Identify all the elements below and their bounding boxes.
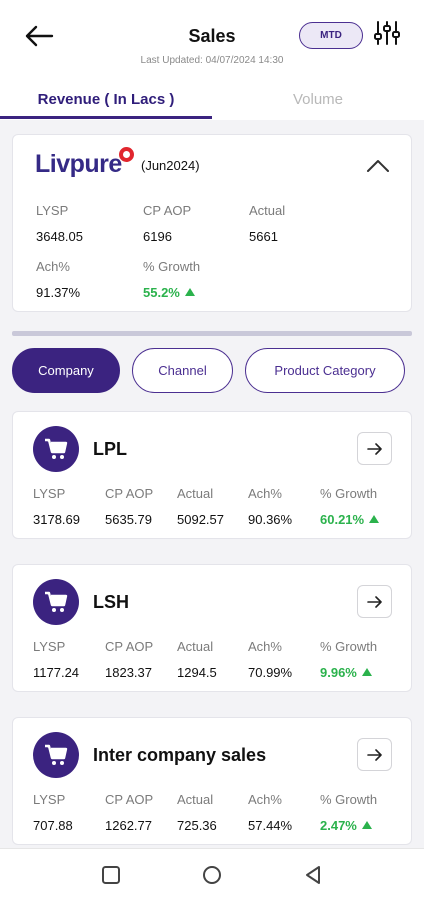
arrow-right-icon (366, 595, 382, 608)
trend-up-icon (361, 668, 372, 676)
entity-card-lsh[interactable]: LSH LYSP 1177.24 CP AOP 1823.37 Actual 1… (12, 564, 412, 692)
back-nav-button[interactable] (301, 863, 325, 887)
metric-value-lysp: 3648.05 (36, 229, 83, 244)
growth-value-text: 2.47% (320, 818, 357, 833)
label-lysp: LYSP (33, 792, 66, 807)
trend-up-icon (369, 515, 380, 523)
value-cp-aop: 1823.37 (105, 665, 152, 680)
entity-name: Inter company sales (93, 745, 267, 765)
value-lysp: 3178.69 (33, 512, 80, 527)
metric-label-growth: % Growth (143, 259, 201, 274)
entity-card-lpl[interactable]: LPL LYSP 3178.69 CP AOP 5635.79 Actual 5… (12, 411, 412, 539)
chip-company[interactable]: Company (12, 348, 120, 393)
period-label: (Jun2024) (141, 158, 200, 173)
cart-icon (45, 438, 68, 459)
trend-up-icon (184, 288, 195, 296)
label-lysp: LYSP (33, 486, 66, 501)
value-cp-aop: 1262.77 (105, 818, 152, 833)
metric-value-growth: 55.2% (143, 285, 195, 300)
open-detail-button[interactable] (357, 738, 392, 771)
brand-summary-card: Livpure (Jun2024) LYSP 3648.05 CP AOP 61… (12, 134, 412, 312)
value-actual: 1294.5 (177, 665, 217, 680)
metric-label-actual: Actual (249, 203, 286, 218)
label-cp-aop: CP AOP (105, 792, 154, 807)
period-toggle-button[interactable]: MTD (299, 22, 363, 49)
value-actual: 5092.57 (177, 512, 224, 527)
circle-icon (203, 866, 221, 884)
label-cp-aop: CP AOP (105, 639, 154, 654)
entity-card-inter-company[interactable]: Inter company sales LYSP 707.88 CP AOP 1… (12, 717, 412, 845)
label-cp-aop: CP AOP (105, 486, 154, 501)
label-lysp: LYSP (33, 639, 66, 654)
filter-button[interactable] (372, 18, 402, 48)
value-ach: 90.36% (248, 512, 293, 527)
triangle-back-icon (306, 866, 320, 884)
open-detail-button[interactable] (357, 432, 392, 465)
growth-value-text: 9.96% (320, 665, 357, 680)
growth-value-text: 55.2% (143, 285, 180, 300)
value-lysp: 707.88 (33, 818, 73, 833)
label-ach: Ach% (248, 486, 282, 501)
app-header: Sales Last Updated: 04/07/2024 14:30 MTD… (0, 0, 424, 120)
value-actual: 725.36 (177, 818, 217, 833)
chip-channel[interactable]: Channel (132, 348, 233, 393)
square-icon (102, 866, 120, 884)
value-ach: 70.99% (248, 665, 293, 680)
value-growth: 2.47% (320, 818, 372, 833)
livpure-logo: Livpure (35, 150, 122, 178)
arrow-right-icon (366, 748, 382, 761)
metric-value-actual: 5661 (249, 229, 278, 244)
logo-mark-icon (119, 147, 134, 162)
label-actual: Actual (177, 639, 214, 654)
entity-name: LPL (93, 439, 127, 459)
last-updated-text: Last Updated: 04/07/2024 14:30 (140, 55, 284, 66)
section-divider (12, 331, 412, 336)
label-actual: Actual (177, 792, 214, 807)
metric-label-cp-aop: CP AOP (143, 203, 192, 218)
home-button[interactable] (200, 863, 224, 887)
cart-icon (45, 744, 68, 765)
metric-tabs: Revenue ( In Lacs ) Volume (0, 78, 424, 120)
collapse-button[interactable] (363, 153, 393, 179)
active-tab-indicator (0, 116, 212, 119)
trend-up-icon (361, 821, 372, 829)
tab-volume[interactable]: Volume (212, 78, 424, 120)
metric-label-ach: Ach% (36, 259, 70, 274)
label-actual: Actual (177, 486, 214, 501)
metric-label-lysp: LYSP (36, 203, 69, 218)
cart-icon (45, 591, 68, 612)
chip-product-category[interactable]: Product Category (245, 348, 405, 393)
open-detail-button[interactable] (357, 585, 392, 618)
entity-name: LSH (93, 592, 129, 612)
value-growth: 60.21% (320, 512, 380, 527)
value-ach: 57.44% (248, 818, 293, 833)
label-growth: % Growth (320, 639, 378, 654)
cart-avatar (33, 732, 79, 778)
value-growth: 9.96% (320, 665, 372, 680)
label-growth: % Growth (320, 486, 378, 501)
system-nav-bar (0, 848, 424, 900)
value-cp-aop: 5635.79 (105, 512, 152, 527)
metric-value-ach: 91.37% (36, 285, 81, 300)
label-growth: % Growth (320, 792, 378, 807)
sliders-icon (374, 21, 400, 45)
cart-avatar (33, 426, 79, 472)
value-lysp: 1177.24 (33, 665, 80, 680)
arrow-right-icon (366, 442, 382, 455)
growth-value-text: 60.21% (320, 512, 365, 527)
label-ach: Ach% (248, 639, 282, 654)
chevron-up-icon (367, 160, 389, 172)
tab-revenue[interactable]: Revenue ( In Lacs ) (0, 78, 212, 120)
recents-button[interactable] (99, 863, 123, 887)
metric-value-cp-aop: 6196 (143, 229, 172, 244)
label-ach: Ach% (248, 792, 282, 807)
cart-avatar (33, 579, 79, 625)
